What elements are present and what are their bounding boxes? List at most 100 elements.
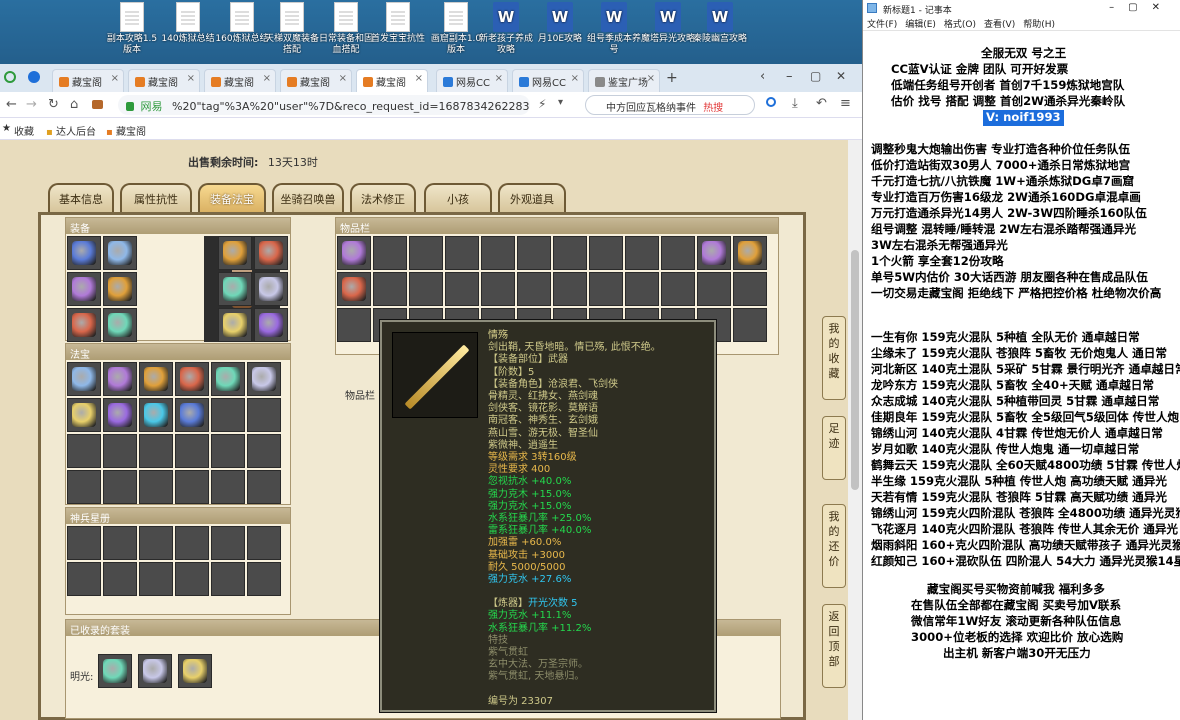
browser-tab-7[interactable]: 鉴宝广场 × <box>588 69 660 92</box>
game-tab-5[interactable]: 小孩 <box>424 183 492 213</box>
bookmark-favorites[interactable]: 收藏 <box>14 123 34 138</box>
page-scrollbar[interactable] <box>848 140 862 720</box>
browser-tab-3[interactable]: 藏宝阁 × <box>280 69 352 92</box>
grid-cell[interactable] <box>211 362 245 396</box>
close-tab-icon[interactable]: × <box>339 73 347 84</box>
grid-cell[interactable] <box>218 272 252 306</box>
back-button[interactable]: ← <box>6 97 17 112</box>
grid-cell[interactable] <box>661 236 695 270</box>
flash-icon[interactable]: ⚡ <box>538 97 546 111</box>
grid-cell[interactable] <box>103 562 137 596</box>
grid-cell[interactable] <box>98 654 132 688</box>
desktop-icon-4[interactable]: 日常装备和固血搭配 <box>318 2 374 56</box>
grid-cell[interactable] <box>553 236 587 270</box>
grid-cell[interactable] <box>218 236 252 270</box>
grid-cell[interactable] <box>625 272 659 306</box>
grid-cell[interactable] <box>733 236 767 270</box>
menu-icon[interactable]: ≡ <box>840 96 851 111</box>
grid-cell[interactable] <box>67 362 101 396</box>
grid-cell[interactable] <box>337 236 371 270</box>
grid-cell[interactable] <box>211 470 245 504</box>
grid-cell[interactable] <box>211 526 245 560</box>
game-tab-1[interactable]: 属性抗性 <box>120 183 192 213</box>
grid-cell[interactable] <box>175 526 209 560</box>
grid-cell[interactable] <box>103 308 137 342</box>
browser-tab-4[interactable]: 藏宝阁 × <box>356 69 428 92</box>
grid-cell[interactable] <box>254 308 288 342</box>
desktop-icon-9[interactable]: W 组号季成本养号 <box>586 2 642 56</box>
grid-cell[interactable] <box>103 526 137 560</box>
grid-cell[interactable] <box>103 398 137 432</box>
grid-cell[interactable] <box>103 272 137 306</box>
grid-cell[interactable] <box>625 236 659 270</box>
browser-tab-0[interactable]: 藏宝阁 × <box>52 69 124 92</box>
grid-cell[interactable] <box>517 236 551 270</box>
close-window-button[interactable]: ✕ <box>836 69 846 83</box>
maximize-button[interactable]: ▢ <box>810 69 821 83</box>
undo-icon[interactable]: ↶ <box>816 96 827 111</box>
grid-cell[interactable] <box>589 236 623 270</box>
close-tab-icon[interactable]: × <box>263 73 271 84</box>
grid-cell[interactable] <box>67 272 101 306</box>
grid-cell[interactable] <box>175 470 209 504</box>
game-tab-4[interactable]: 法术修正 <box>350 183 416 213</box>
desktop-icon-8[interactable]: W 月10E攻略 <box>532 2 588 45</box>
desktop-icon-2[interactable]: 160炼狱总结 <box>214 2 270 45</box>
desktop-icon-11[interactable]: W 秦陵幽宫攻略 <box>692 2 748 45</box>
grid-cell[interactable] <box>697 236 731 270</box>
game-tab-0[interactable]: 基本信息 <box>48 183 114 213</box>
close-tab-icon[interactable]: × <box>495 73 503 84</box>
notepad-minimize-button[interactable]: – <box>1109 2 1128 13</box>
desktop-icon-1[interactable]: 140炼狱总结 <box>160 2 216 45</box>
desktop-icon-3[interactable]: 天梯双魔装备搭配 <box>264 2 320 56</box>
grid-cell[interactable] <box>103 470 137 504</box>
close-tab-icon[interactable]: × <box>111 73 119 84</box>
grid-cell[interactable] <box>139 526 173 560</box>
grid-cell[interactable] <box>103 362 137 396</box>
browser-logo-icon[interactable] <box>4 71 16 83</box>
close-tab-icon[interactable]: × <box>187 73 195 84</box>
grid-cell[interactable] <box>445 236 479 270</box>
game-tab-2[interactable]: 装备法宝 <box>198 183 266 213</box>
grid-cell[interactable] <box>67 526 101 560</box>
grid-cell[interactable] <box>139 470 173 504</box>
grid-cell[interactable] <box>247 362 281 396</box>
grid-cell[interactable] <box>409 272 443 306</box>
home-button[interactable]: ⌂ <box>70 97 78 112</box>
grid-cell[interactable] <box>218 308 252 342</box>
bookmark-cangbaoge[interactable]: ▪ 藏宝阁 <box>106 123 146 138</box>
grid-cell[interactable] <box>67 470 101 504</box>
close-tab-icon[interactable]: × <box>415 73 423 84</box>
reload-button[interactable]: ↻ <box>48 97 59 112</box>
grid-cell[interactable] <box>373 272 407 306</box>
desktop-icon-5[interactable]: 首发宝宝抗性 <box>370 2 426 45</box>
new-tab-button[interactable]: + <box>666 70 678 86</box>
grid-cell[interactable] <box>175 562 209 596</box>
grid-cell[interactable] <box>67 434 101 468</box>
grid-cell[interactable] <box>697 272 731 306</box>
grid-cell[interactable] <box>67 236 101 270</box>
wallet-icon[interactable] <box>92 100 103 109</box>
grid-cell[interactable] <box>103 434 137 468</box>
grid-cell[interactable] <box>67 308 101 342</box>
grid-cell[interactable] <box>247 434 281 468</box>
grid-cell[interactable] <box>103 236 137 270</box>
grid-cell[interactable] <box>139 562 173 596</box>
grid-cell[interactable] <box>481 272 515 306</box>
grid-cell[interactable] <box>175 362 209 396</box>
browser-tab-2[interactable]: 藏宝阁 × <box>204 69 276 92</box>
search-input[interactable]: 中方回应瓦格纳事件 热搜 <box>585 95 755 115</box>
grid-cell[interactable] <box>254 272 288 306</box>
close-tab-icon[interactable]: × <box>571 73 579 84</box>
notepad-close-button[interactable]: ✕ <box>1152 2 1174 13</box>
grid-cell[interactable] <box>661 272 695 306</box>
grid-cell[interactable] <box>139 434 173 468</box>
grid-cell[interactable] <box>589 272 623 306</box>
search-icon[interactable] <box>766 97 776 107</box>
desktop-icon-6[interactable]: 画窟副本1.0版本 <box>428 2 484 56</box>
grid-cell[interactable] <box>175 434 209 468</box>
grid-cell[interactable] <box>481 236 515 270</box>
grid-cell[interactable] <box>733 272 767 306</box>
bookmark-star-icon[interactable]: ★ <box>2 123 11 134</box>
game-tab-6[interactable]: 外观道具 <box>498 183 566 213</box>
